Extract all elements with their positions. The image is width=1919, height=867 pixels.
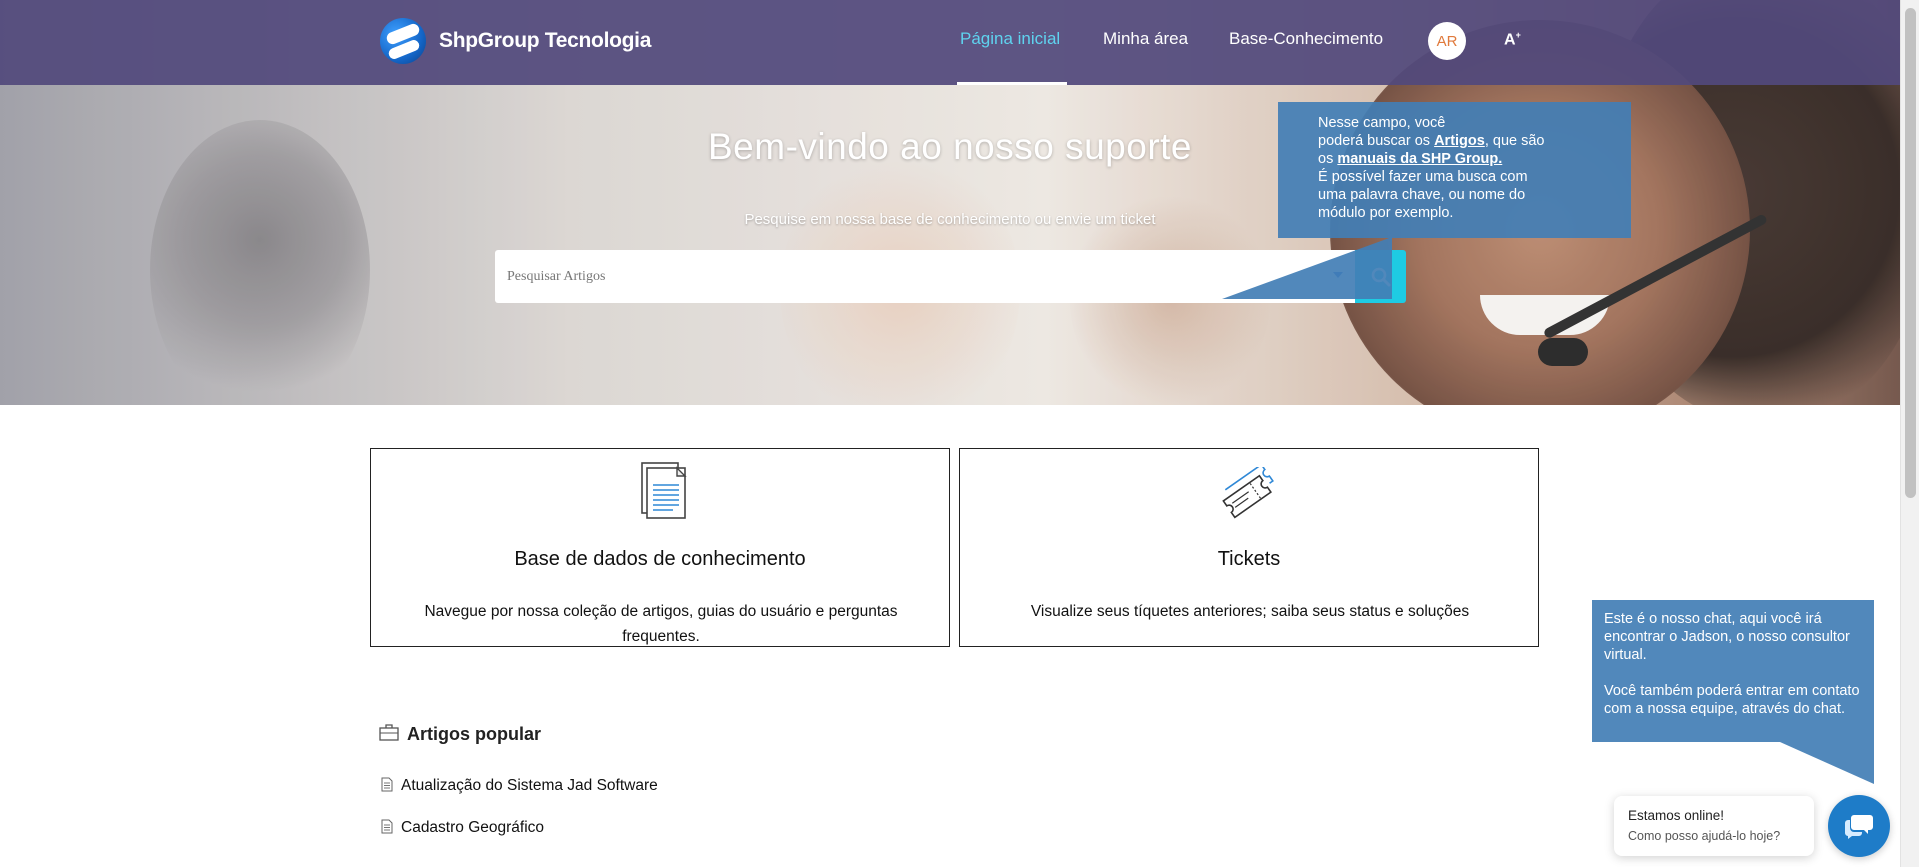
card-title: Base de dados de conhecimento bbox=[514, 548, 806, 570]
chat-greeting-bubble[interactable]: Estamos online! Como posso ajudá-lo hoje… bbox=[1614, 796, 1814, 856]
accessibility-font-button[interactable]: A+ bbox=[1504, 30, 1521, 49]
font-size-superscript: + bbox=[1515, 30, 1521, 40]
chat-prompt: Como posso ajudá-lo hoje? bbox=[1628, 829, 1781, 843]
top-navigation: ShpGroup Tecnologia Página inicial Minha… bbox=[0, 0, 1900, 85]
popular-articles-heading: Artigos popular bbox=[407, 724, 541, 744]
chat-status: Estamos online! bbox=[1628, 808, 1725, 823]
chat-icon bbox=[1845, 815, 1873, 839]
chat-help-tooltip: Este é o nosso chat, aqui você irá encon… bbox=[1592, 600, 1874, 742]
card-title: Tickets bbox=[1217, 548, 1281, 570]
search-input[interactable] bbox=[507, 250, 1307, 303]
brand-logo-icon[interactable] bbox=[380, 18, 426, 64]
card-description: Visualize seus tíquetes anteriores; saib… bbox=[1030, 603, 1470, 620]
file-icon bbox=[381, 819, 393, 834]
chat-launcher-button[interactable] bbox=[1828, 795, 1890, 857]
user-avatar[interactable]: AR bbox=[1428, 22, 1466, 60]
tickets-icon bbox=[1222, 467, 1274, 519]
tooltip-pointer bbox=[1222, 237, 1392, 299]
manuals-link[interactable]: manuais da SHP Group. bbox=[1337, 151, 1502, 167]
nav-item-home[interactable]: Página inicial bbox=[960, 29, 1060, 49]
article-link[interactable]: Atualização do Sistema Jad Software bbox=[381, 777, 658, 795]
nav-item-knowledge-base[interactable]: Base-Conhecimento bbox=[1229, 29, 1383, 49]
page-scrollbar[interactable] bbox=[1900, 0, 1919, 867]
scrollbar-thumb[interactable] bbox=[1905, 8, 1916, 498]
knowledge-base-card[interactable]: Base de dados de conhecimento Navegue po… bbox=[370, 448, 950, 647]
search-help-tooltip: Nesse campo, você poderá buscar os Artig… bbox=[1278, 102, 1631, 238]
file-icon bbox=[381, 777, 393, 792]
article-link[interactable]: Cadastro Geográfico bbox=[381, 819, 544, 837]
brand-name[interactable]: ShpGroup Tecnologia bbox=[439, 29, 651, 53]
document-icon bbox=[641, 462, 687, 519]
nav-active-indicator bbox=[957, 82, 1067, 85]
articles-link[interactable]: Artigos bbox=[1434, 133, 1485, 149]
tickets-card[interactable]: Tickets Visualize seus tíquetes anterior… bbox=[959, 448, 1539, 647]
nav-item-my-area[interactable]: Minha área bbox=[1103, 29, 1188, 49]
tooltip-pointer bbox=[1780, 742, 1874, 784]
briefcase-icon bbox=[379, 724, 399, 741]
card-description: Navegue por nossa coleção de artigos, gu… bbox=[424, 603, 898, 645]
